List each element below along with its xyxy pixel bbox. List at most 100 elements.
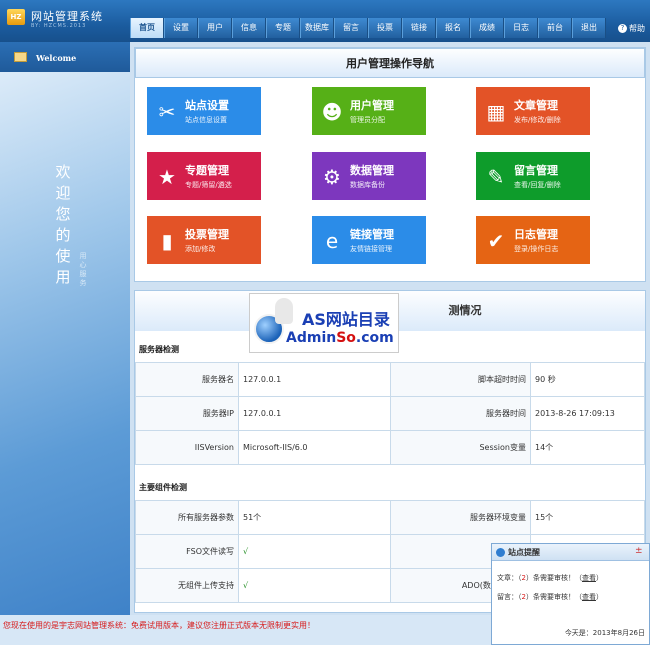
tile-title: 数据管理: [350, 164, 394, 177]
table-label: 所有服务器参数: [135, 500, 239, 535]
nav-item-messages[interactable]: 留言: [334, 18, 368, 38]
nav-item-logout[interactable]: 退出: [572, 18, 606, 38]
bar-chart-icon: ▮: [161, 229, 173, 253]
tile-title: 留言管理: [514, 164, 558, 177]
nav-item-frontend[interactable]: 前台: [538, 18, 572, 38]
nav-panel: 用户管理操作导航 ✂ 站点设置 站点信息设置 ☻ 用户管理 管理员分配 ▦ 文章…: [134, 47, 646, 282]
view-messages-link[interactable]: 查看: [582, 593, 596, 601]
table-label: 服务器名: [135, 362, 239, 397]
info-icon: [496, 548, 505, 557]
tile-message-management[interactable]: ✎ 留言管理 查看/回复/删除: [476, 152, 590, 200]
table-value: 127.0.0.1: [238, 362, 391, 397]
welcome-bar: Welcome: [0, 42, 130, 72]
nav-item-logs[interactable]: 日志: [504, 18, 538, 38]
help-link[interactable]: ? 帮助: [618, 23, 645, 34]
nav-panel-title: 用户管理操作导航: [135, 48, 645, 78]
welcome-vertical-small: 用心服务: [79, 252, 87, 287]
ad-domain: AdminSo.com: [286, 330, 394, 346]
tile-sub: 友情链接管理: [350, 245, 392, 253]
table-value: 2013-8-26 17:09:13: [530, 396, 645, 431]
popup-line-messages: 留言：（2）条需要审核！（查看）: [497, 593, 603, 601]
table-value: 127.0.0.1: [238, 396, 391, 431]
table-label: 服务器环境变量: [390, 500, 531, 535]
popup-header: 站点提醒 ±: [492, 544, 649, 561]
sidebar: Welcome 欢迎您的使用 用心服务: [0, 42, 130, 615]
table-label: 服务器IP: [135, 396, 239, 431]
welcome-icon: [14, 52, 27, 62]
close-icon[interactable]: ±: [635, 546, 643, 556]
ad-title: AS网站目录: [302, 310, 390, 329]
log-icon: ✔: [487, 229, 505, 253]
table-label: IISVersion: [135, 430, 239, 465]
tile-user-management[interactable]: ☻ 用户管理 管理员分配: [312, 87, 426, 135]
popup-title: 站点提醒: [508, 548, 540, 557]
tile-sub: 添加/修改: [185, 245, 216, 253]
nav-item-signup[interactable]: 报名: [436, 18, 470, 38]
users-icon: ☻: [321, 100, 343, 124]
tile-title: 站点设置: [185, 99, 229, 112]
tools-icon: ✂: [158, 100, 176, 124]
table-label: 无组件上传支持: [135, 568, 239, 603]
nav-item-topics[interactable]: 专题: [266, 18, 300, 38]
tile-data-management[interactable]: ⚙ 数据管理 数据库备份: [312, 152, 426, 200]
server-info-table: 服务器名 127.0.0.1 脚本超时时间 90 秒 服务器IP 127.0.0…: [135, 362, 645, 465]
tile-title: 用户管理: [350, 99, 394, 112]
tile-sub: 管理员分配: [350, 116, 385, 124]
section-component-check: 主要组件检测: [139, 483, 187, 492]
tile-site-settings[interactable]: ✂ 站点设置 站点信息设置: [147, 87, 261, 135]
nav-item-votes[interactable]: 投票: [368, 18, 402, 38]
table-label: 脚本超时时间: [390, 362, 531, 397]
nav-item-users[interactable]: 用户: [198, 18, 232, 38]
nav-item-database[interactable]: 数据库: [300, 18, 334, 38]
message-icon: ✎: [487, 165, 505, 189]
table-value: 51个: [238, 500, 391, 535]
nav-item-settings[interactable]: 设置: [164, 18, 198, 38]
gear-icon: ⚙: [323, 165, 341, 189]
table-row: 所有服务器参数 51个 服务器环境变量 15个: [135, 500, 645, 535]
site-reminder-popup: 站点提醒 ± 文章：（2）条需要审核！（查看） 留言：（2）条需要审核！（查看）…: [491, 543, 650, 645]
tile-title: 文章管理: [514, 99, 558, 112]
table-value: 15个: [530, 500, 645, 535]
app-title: 网站管理系统: [31, 10, 103, 23]
nav-item-info[interactable]: 信息: [232, 18, 266, 38]
top-bar: HZ 网站管理系统 BY: HZCMS.2013 首页 设置 用户 信息 专题 …: [0, 0, 650, 42]
star-icon: ★: [158, 165, 176, 189]
browser-icon: e: [325, 229, 339, 253]
popup-date: 今天是：2013年8月26日: [564, 629, 645, 637]
table-row: 服务器IP 127.0.0.1 服务器时间 2013-8-26 17:09:13: [135, 396, 645, 431]
table-value: 14个: [530, 430, 645, 465]
view-articles-link[interactable]: 查看: [582, 574, 596, 582]
figure-icon: [275, 298, 293, 324]
tile-sub: 登录/操作日志: [514, 245, 559, 253]
article-icon: ▦: [486, 100, 506, 124]
main-nav: 首页 设置 用户 信息 专题 数据库 留言 投票 链接 报名 成绩 日志 前台 …: [130, 18, 606, 38]
nav-item-home[interactable]: 首页: [130, 18, 164, 38]
status-message: 您现在使用的是宇志网站管理系统：免费试用版本，建议您注册正式版本无限制更实用！: [3, 621, 315, 630]
tile-article-management[interactable]: ▦ 文章管理 发布/修改/删除: [476, 87, 590, 135]
nav-item-links[interactable]: 链接: [402, 18, 436, 38]
table-row: 服务器名 127.0.0.1 脚本超时时间 90 秒: [135, 362, 645, 397]
tile-title: 专题管理: [185, 164, 229, 177]
welcome-label: Welcome: [36, 53, 77, 63]
help-icon: ?: [618, 24, 627, 33]
section-server-check: 服务器检测: [139, 345, 179, 354]
tile-topic-management[interactable]: ★ 专题管理 专题/筛留/遴选: [147, 152, 261, 200]
table-label: 服务器时间: [390, 396, 531, 431]
help-label: 帮助: [629, 24, 645, 33]
tile-sub: 发布/修改/删除: [514, 116, 561, 124]
tile-log-management[interactable]: ✔ 日志管理 登录/操作日志: [476, 216, 590, 264]
table-value: Microsoft-IIS/6.0: [238, 430, 391, 465]
app-subtitle: BY: HZCMS.2013: [31, 23, 87, 29]
ad-banner[interactable]: AS网站目录 AdminSo.com: [249, 293, 399, 353]
tile-link-management[interactable]: e 链接管理 友情链接管理: [312, 216, 426, 264]
tile-sub: 站点信息设置: [185, 116, 227, 124]
tile-title: 链接管理: [350, 228, 394, 241]
tile-sub: 数据库备份: [350, 181, 385, 189]
tile-sub: 查看/回复/删除: [514, 181, 561, 189]
table-value: 90 秒: [530, 362, 645, 397]
nav-item-scores[interactable]: 成绩: [470, 18, 504, 38]
popup-line-articles: 文章：（2）条需要审核！（查看）: [497, 574, 603, 582]
tile-vote-management[interactable]: ▮ 投票管理 添加/修改: [147, 216, 261, 264]
logo-icon: HZ: [7, 9, 25, 25]
table-label: FSO文件读写: [135, 534, 239, 569]
